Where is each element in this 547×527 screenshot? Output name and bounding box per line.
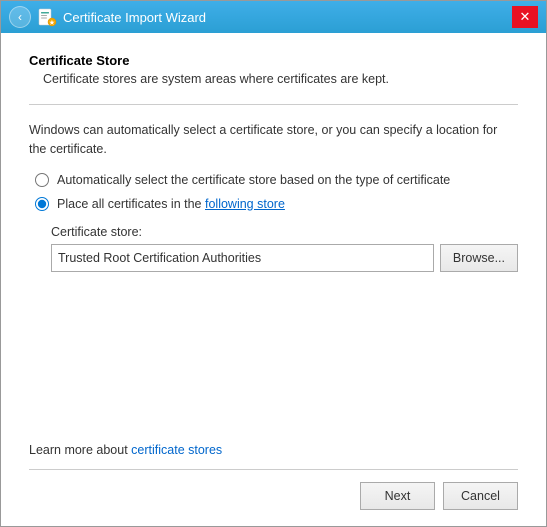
radio-group: Automatically select the certificate sto… — [35, 173, 518, 211]
section-header: Certificate Store Certificate stores are… — [29, 53, 518, 86]
window-title: Certificate Import Wizard — [63, 10, 206, 25]
store-field-row: Browse... — [51, 244, 518, 272]
certificate-icon: ★ — [37, 7, 57, 27]
cancel-button[interactable]: Cancel — [443, 482, 518, 510]
radio-auto-label: Automatically select the certificate sto… — [57, 173, 450, 187]
footer-divider — [29, 469, 518, 470]
radio-auto-input[interactable] — [35, 173, 49, 187]
store-field-group: Certificate store: Browse... — [51, 225, 518, 272]
learn-more-plain: Learn more about — [29, 443, 128, 457]
back-button[interactable]: ‹ — [9, 6, 31, 28]
store-field-label: Certificate store: — [51, 225, 518, 239]
radio-manual-label-plain: Place all certificates in the — [57, 197, 202, 211]
wizard-window: ‹ ★ Certificate Import Wizard ✕ Certific… — [0, 0, 547, 527]
section-description: Certificate stores are system areas wher… — [43, 72, 518, 86]
title-bar: ‹ ★ Certificate Import Wizard ✕ — [1, 1, 546, 33]
title-bar-left: ‹ ★ Certificate Import Wizard — [9, 6, 512, 28]
radio-manual-label: Place all certificates in the following … — [57, 197, 285, 211]
section-divider — [29, 104, 518, 105]
spacer — [29, 272, 518, 444]
info-text-plain: Windows can automatically select a certi… — [29, 123, 318, 137]
browse-button[interactable]: Browse... — [440, 244, 518, 272]
store-input[interactable] — [51, 244, 434, 272]
close-button[interactable]: ✕ — [512, 6, 538, 28]
footer-buttons: Next Cancel — [29, 482, 518, 510]
info-text: Windows can automatically select a certi… — [29, 121, 518, 159]
learn-more: Learn more about certificate stores — [29, 443, 518, 457]
radio-manual-label-link: following store — [205, 197, 285, 211]
section-title: Certificate Store — [29, 53, 518, 68]
svg-text:★: ★ — [49, 20, 55, 27]
next-button[interactable]: Next — [360, 482, 435, 510]
radio-manual-input[interactable] — [35, 197, 49, 211]
radio-manual-option[interactable]: Place all certificates in the following … — [35, 197, 518, 211]
radio-auto-option[interactable]: Automatically select the certificate sto… — [35, 173, 518, 187]
learn-more-link[interactable]: certificate stores — [131, 443, 222, 457]
content-area: Certificate Store Certificate stores are… — [1, 33, 546, 526]
